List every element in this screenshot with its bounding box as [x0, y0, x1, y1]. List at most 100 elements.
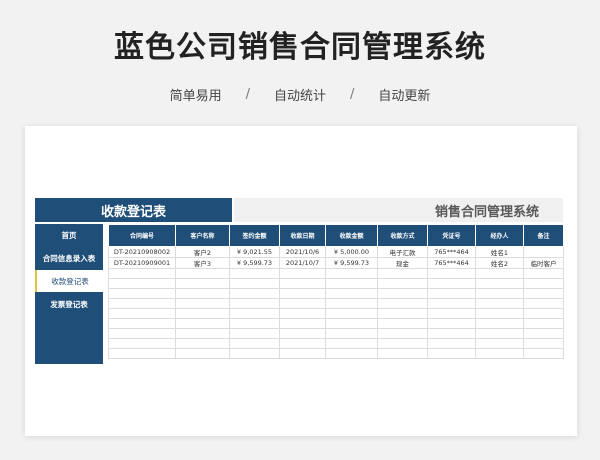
table-cell[interactable] — [175, 318, 230, 329]
table-cell[interactable] — [325, 298, 378, 309]
table-cell[interactable] — [229, 288, 280, 299]
table-cell[interactable] — [325, 328, 378, 339]
table-cell[interactable]: 2021/10/6 — [279, 246, 326, 258]
table-cell[interactable] — [377, 288, 428, 299]
table-cell[interactable] — [325, 318, 378, 329]
table-cell[interactable]: 765***464 — [427, 246, 476, 258]
table-cell[interactable] — [279, 328, 326, 339]
table-cell[interactable] — [108, 338, 176, 349]
table-cell[interactable]: 765***464 — [427, 257, 476, 269]
table-cell[interactable] — [475, 288, 524, 299]
table-cell[interactable]: 现金 — [377, 257, 428, 269]
table-cell[interactable] — [427, 318, 476, 329]
table-cell[interactable] — [427, 288, 476, 299]
table-cell[interactable] — [325, 278, 378, 289]
table-cell[interactable] — [427, 278, 476, 289]
table-cell[interactable]: 姓名1 — [475, 246, 524, 258]
table-cell[interactable] — [427, 298, 476, 309]
table-cell[interactable] — [175, 338, 230, 349]
table-cell[interactable] — [279, 308, 326, 319]
table-cell[interactable] — [175, 348, 230, 359]
table-cell[interactable] — [108, 328, 176, 339]
table-cell[interactable] — [377, 328, 428, 339]
table-cell[interactable] — [175, 328, 230, 339]
table-cell[interactable] — [108, 308, 176, 319]
table-cell[interactable] — [523, 246, 564, 258]
table-cell[interactable] — [523, 268, 564, 279]
table-cell[interactable] — [229, 318, 280, 329]
table-cell[interactable] — [523, 338, 564, 349]
table-cell[interactable] — [279, 318, 326, 329]
table-cell[interactable] — [427, 308, 476, 319]
table-cell[interactable] — [427, 328, 476, 339]
table-cell[interactable] — [279, 298, 326, 309]
table-cell[interactable] — [475, 298, 524, 309]
table-cell[interactable] — [427, 348, 476, 359]
table-cell[interactable]: ¥ 5,000.00 — [325, 246, 378, 258]
table-cell[interactable] — [108, 278, 176, 289]
table-cell[interactable] — [377, 268, 428, 279]
table-cell[interactable]: 2021/10/7 — [279, 257, 326, 269]
table-cell[interactable] — [279, 278, 326, 289]
table-cell[interactable] — [325, 308, 378, 319]
table-cell[interactable] — [523, 308, 564, 319]
table-cell[interactable] — [229, 328, 280, 339]
table-cell[interactable]: DT-20210908002 — [108, 246, 176, 258]
table-cell[interactable] — [523, 298, 564, 309]
table-cell[interactable]: 客户3 — [175, 257, 230, 269]
table-cell[interactable] — [377, 318, 428, 329]
table-cell[interactable]: 客户2 — [175, 246, 230, 258]
table-cell[interactable] — [523, 318, 564, 329]
table-cell[interactable] — [377, 278, 428, 289]
table-cell[interactable] — [229, 298, 280, 309]
table-cell[interactable] — [175, 308, 230, 319]
table-cell[interactable] — [523, 348, 564, 359]
table-cell[interactable] — [523, 288, 564, 299]
table-cell[interactable] — [325, 348, 378, 359]
table-cell[interactable] — [175, 268, 230, 279]
table-cell[interactable] — [229, 338, 280, 349]
table-cell[interactable] — [175, 298, 230, 309]
table-cell[interactable] — [108, 288, 176, 299]
table-cell[interactable] — [108, 298, 176, 309]
table-cell[interactable] — [229, 348, 280, 359]
table-cell[interactable]: ¥ 9,021.55 — [229, 246, 280, 258]
table-cell[interactable]: ¥ 9,599.73 — [229, 257, 280, 269]
table-cell[interactable] — [475, 338, 524, 349]
table-cell[interactable] — [523, 278, 564, 289]
table-cell[interactable] — [108, 268, 176, 279]
table-cell[interactable] — [279, 338, 326, 349]
table-cell[interactable] — [475, 348, 524, 359]
table-cell[interactable] — [325, 338, 378, 349]
table-cell[interactable]: 电子汇款 — [377, 246, 428, 258]
table-cell[interactable] — [377, 308, 428, 319]
table-cell[interactable] — [427, 338, 476, 349]
table-cell[interactable]: ¥ 9,599.73 — [325, 257, 378, 269]
table-cell[interactable] — [175, 288, 230, 299]
table-cell[interactable] — [523, 328, 564, 339]
table-cell[interactable] — [475, 268, 524, 279]
table-cell[interactable] — [475, 318, 524, 329]
table-cell[interactable] — [427, 268, 476, 279]
table-cell[interactable] — [279, 288, 326, 299]
table-cell[interactable] — [229, 308, 280, 319]
sidebar-item-invoice-register[interactable]: 发票登记表 — [35, 293, 103, 315]
table-cell[interactable] — [475, 308, 524, 319]
table-cell[interactable] — [175, 278, 230, 289]
table-cell[interactable] — [475, 278, 524, 289]
table-cell[interactable]: 临时客户 — [523, 257, 564, 269]
table-cell[interactable]: 姓名2 — [475, 257, 524, 269]
table-cell[interactable]: DT-20210909001 — [108, 257, 176, 269]
table-cell[interactable] — [325, 268, 378, 279]
table-cell[interactable] — [377, 298, 428, 309]
table-cell[interactable] — [229, 268, 280, 279]
sidebar-item-contract-entry[interactable]: 合同信息录入表 — [35, 247, 103, 269]
table-cell[interactable] — [475, 328, 524, 339]
table-cell[interactable] — [229, 278, 280, 289]
table-cell[interactable] — [325, 288, 378, 299]
table-cell[interactable] — [279, 348, 326, 359]
table-cell[interactable] — [108, 348, 176, 359]
sidebar-item-home[interactable]: 首页 — [35, 224, 103, 246]
table-cell[interactable] — [377, 348, 428, 359]
table-cell[interactable] — [377, 338, 428, 349]
